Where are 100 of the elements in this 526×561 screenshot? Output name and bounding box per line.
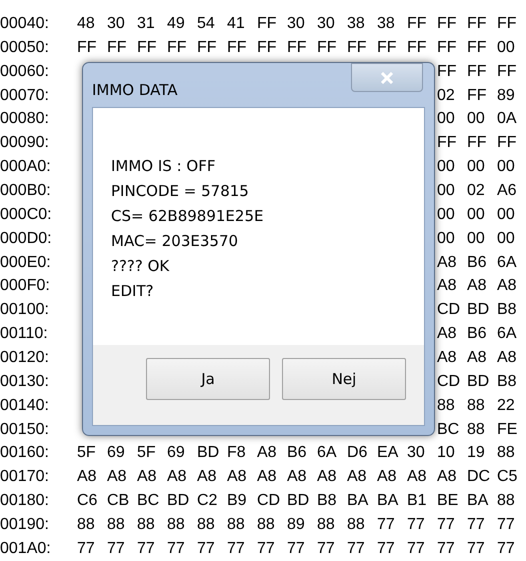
hex-byte: 31 [137,14,155,32]
hex-byte: FF [467,62,487,80]
close-icon [380,72,394,84]
hex-byte: FF [257,38,277,56]
hex-byte: 5F [137,444,156,462]
hex-byte: B1 [407,492,427,510]
row-address: 00040: [0,14,49,32]
hex-byte: B6 [287,444,307,462]
hex-byte: A8 [77,468,97,486]
hex-byte: 5F [77,444,96,462]
dialog-button[interactable]: Ja [146,358,270,400]
hex-byte: B8 [497,372,517,390]
hex-byte: FF [287,38,307,56]
row-address: 000D0: [0,230,52,247]
hex-byte: 88 [497,492,515,510]
row-address: 00150: [0,420,49,438]
hex-byte: 00 [497,38,515,56]
hex-byte: 77 [377,516,395,533]
hex-byte: 77 [257,540,275,557]
hex-byte: 48 [77,14,95,32]
hex-byte: FF [107,38,127,56]
hex-byte: FF [467,14,487,32]
hex-byte: 88 [167,516,185,533]
hex-byte: 88 [197,516,215,533]
hex-byte: 77 [497,540,515,557]
hex-byte: FF [347,38,367,56]
row-address: 00120: [0,348,49,366]
hex-byte: 77 [77,540,95,557]
hex-byte: 30 [107,14,125,32]
hex-byte: B8 [317,492,337,510]
row-address: 001A0: [0,540,51,557]
hex-byte: B6 [467,254,487,271]
hex-byte: 30 [407,444,425,462]
row-address: 00190: [0,516,49,533]
hex-byte: BA [467,492,488,510]
hex-byte: 77 [437,540,455,557]
close-button[interactable] [351,63,423,92]
hex-byte: 30 [287,14,305,32]
hex-byte: 88 [107,516,125,533]
hex-byte: 88 [347,516,365,533]
hex-byte: A8 [287,468,307,486]
row-address: 00090: [0,134,49,152]
hex-byte: 00 [467,110,485,128]
row-address: 00060: [0,62,49,80]
hex-byte: FF [437,134,457,152]
row-address: 00180: [0,492,49,510]
hex-byte: 88 [77,516,95,533]
hex-byte: FF [497,134,517,152]
hex-byte: BE [437,492,458,510]
message-line: ???? OK [111,256,170,277]
message-line: EDIT? [111,281,155,302]
hex-byte: FF [407,38,427,56]
row-address: 00100: [0,301,49,318]
hex-byte: 88 [437,396,455,414]
hex-byte: A6 [497,182,517,199]
hex-byte: 88 [467,396,485,414]
hex-byte: FF [77,38,97,56]
hex-byte: CD [437,301,460,318]
row-address: 00080: [0,110,49,128]
window-title: IMMO DATA [92,80,178,101]
hex-byte: A8 [197,468,217,486]
hex-byte: BD [287,492,310,510]
hex-byte: 88 [317,516,335,533]
hex-byte: 38 [347,14,365,32]
hex-byte: FF [227,38,247,56]
hex-byte: 88 [227,516,245,533]
hex-byte: 00 [497,158,515,176]
hex-byte: 77 [287,540,305,557]
hex-byte: 00 [467,158,485,176]
hex-byte: 00 [437,206,455,223]
message-line: PINCODE = 57815 [111,181,250,202]
dialog-button[interactable]: Nej [282,358,406,400]
hex-byte: 6A [317,444,337,462]
hex-byte: BC [437,420,460,438]
hex-byte: 77 [227,540,245,557]
hex-byte: FF [437,38,457,56]
hex-byte: A8 [137,468,157,486]
hex-byte: FF [437,62,457,80]
row-address: 000A0: [0,158,51,176]
hex-byte: C5 [497,468,518,486]
hex-byte: 77 [467,540,485,557]
hex-byte: 54 [197,14,215,32]
row-address: 00170: [0,468,49,486]
row-address: 000F0: [0,277,50,294]
hex-byte: BA [377,492,398,510]
hex-byte: 41 [227,14,245,32]
hex-byte: 38 [377,14,395,32]
hex-byte: 77 [467,516,485,533]
hex-byte: BD [467,301,490,318]
row-address: 00130: [0,372,49,390]
hex-byte: 77 [347,540,365,557]
message-line: IMMO IS : OFF [111,156,216,177]
hex-byte: 89 [287,516,305,533]
hex-byte: A8 [467,348,487,366]
row-address: 00140: [0,396,49,414]
hex-byte: 77 [497,516,515,533]
hex-byte: B6 [467,325,487,342]
hex-byte: 77 [437,516,455,533]
hex-byte: 77 [167,540,185,557]
hex-byte: A8 [437,277,457,294]
